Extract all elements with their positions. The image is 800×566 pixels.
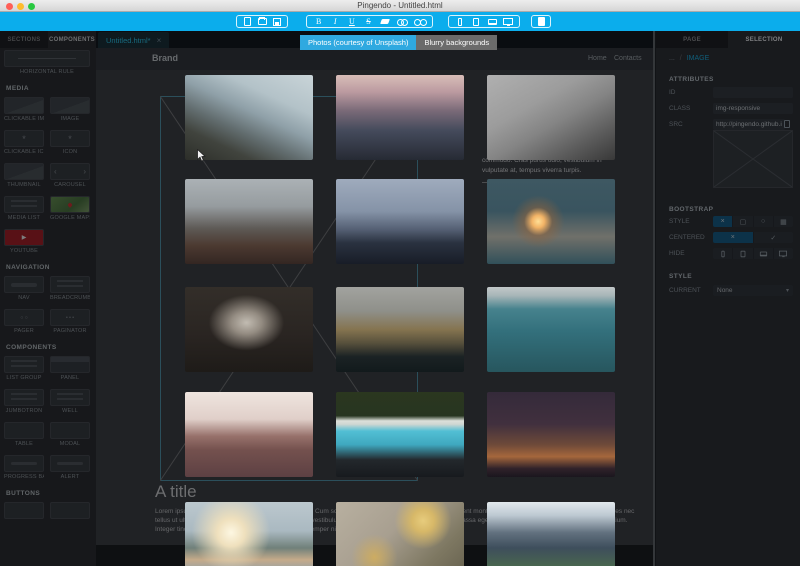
photo-feet-on-pebbles[interactable] bbox=[185, 179, 313, 264]
link-icon[interactable] bbox=[396, 16, 408, 27]
italic-icon[interactable]: I bbox=[330, 16, 340, 27]
photo-starry-night-glow[interactable] bbox=[487, 392, 615, 477]
new-document-icon[interactable] bbox=[242, 16, 252, 27]
eraser-icon[interactable] bbox=[380, 16, 391, 27]
app-window: Pingendo - Untitled.html BIUS SECTIONS C… bbox=[0, 0, 800, 566]
laptop-icon[interactable] bbox=[487, 16, 497, 27]
photo-girl-in-desert[interactable] bbox=[185, 392, 313, 477]
tab-photos-unsplash[interactable]: Photos (courtesy of Unsplash) bbox=[300, 35, 417, 50]
document-icon[interactable] bbox=[536, 16, 546, 27]
window-title: Pingendo - Untitled.html bbox=[357, 1, 443, 10]
photo-suspension-bridge-bw[interactable] bbox=[487, 75, 615, 160]
tab-blurry-backgrounds[interactable]: Blurry backgrounds bbox=[416, 35, 498, 50]
page-button-group bbox=[531, 15, 551, 28]
photo-teal-sea-cargo-ship[interactable] bbox=[487, 287, 615, 372]
photo-sunny-beach[interactable] bbox=[185, 502, 313, 566]
format-button-group: BIUS bbox=[306, 15, 433, 28]
photo-man-by-lake-dusk[interactable] bbox=[336, 179, 464, 264]
open-folder-icon[interactable] bbox=[257, 16, 267, 27]
photo-picker-tabs: Photos (courtesy of Unsplash) Blurry bac… bbox=[300, 35, 498, 50]
photo-man-sitting-on-ledge[interactable] bbox=[185, 75, 313, 160]
device-preview-group bbox=[448, 15, 520, 28]
photo-coastal-cliffs[interactable] bbox=[336, 287, 464, 372]
main-toolbar: BIUS bbox=[0, 12, 800, 31]
phone-icon[interactable] bbox=[455, 16, 465, 27]
photo-snowy-mountain-dusk[interactable] bbox=[336, 75, 464, 160]
titlebar: Pingendo - Untitled.html bbox=[0, 0, 800, 12]
save-document-icon[interactable] bbox=[272, 16, 282, 27]
file-button-group bbox=[236, 15, 288, 28]
desktop-icon[interactable] bbox=[503, 16, 513, 27]
photo-blue-camper-van[interactable] bbox=[336, 392, 464, 477]
photo-girl-with-sparkler[interactable] bbox=[487, 179, 615, 264]
photo-misty-mountain-valley[interactable] bbox=[487, 502, 615, 566]
mouse-cursor bbox=[197, 149, 206, 162]
bold-icon[interactable]: B bbox=[314, 16, 324, 27]
photo-autumn-leaves[interactable] bbox=[336, 502, 464, 566]
underline-icon[interactable]: U bbox=[347, 16, 357, 27]
strikethrough-icon[interactable]: S bbox=[364, 16, 374, 27]
photo-husky-dog[interactable] bbox=[185, 287, 313, 372]
tablet-icon[interactable] bbox=[471, 16, 481, 27]
unlink-icon[interactable] bbox=[414, 16, 428, 27]
